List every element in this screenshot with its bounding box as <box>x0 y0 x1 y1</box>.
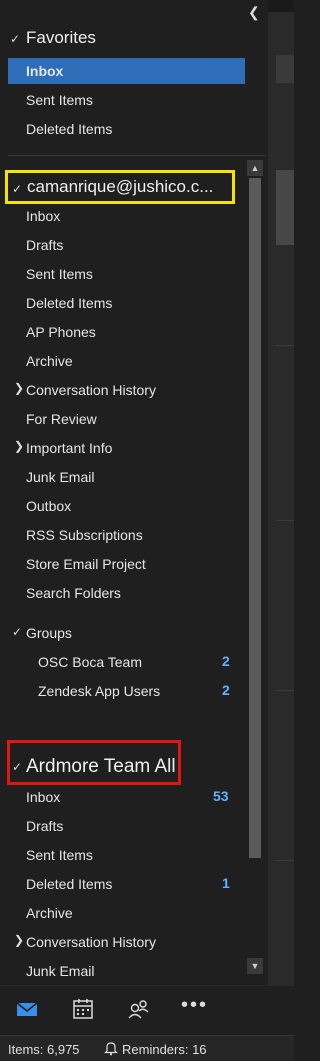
account1-archive[interactable]: Archive <box>26 352 73 370</box>
expand-chevron-icon[interactable]: ❯ <box>14 381 24 395</box>
message-list-edge <box>268 0 294 1060</box>
message-list-selected-edge <box>276 170 294 245</box>
message-list-divider <box>276 860 294 861</box>
section-divider <box>8 155 266 156</box>
account1-rss-subscriptions[interactable]: RSS Subscriptions <box>26 526 143 544</box>
reminders-count[interactable]: Reminders: 16 <box>122 1042 207 1057</box>
account2-inbox[interactable]: Inbox <box>26 788 60 806</box>
groups-header[interactable]: Groups <box>26 624 72 642</box>
account1-search-folders[interactable]: Search Folders <box>26 584 121 602</box>
scroll-down-button[interactable]: ▼ <box>247 958 263 974</box>
account1-junk-email[interactable]: Junk Email <box>26 468 94 486</box>
expand-chevron-icon[interactable]: ❯ <box>14 933 24 947</box>
account1-important-info[interactable]: Important Info <box>26 439 112 457</box>
group-osc-boca-team[interactable]: OSC Boca Team <box>38 653 142 671</box>
expand-chevron-icon[interactable]: ❯ <box>14 439 24 453</box>
favorites-deleted-items[interactable]: Deleted Items <box>26 120 112 138</box>
account2-deleted-items[interactable]: Deleted Items <box>26 875 112 893</box>
people-icon[interactable] <box>126 996 152 1022</box>
message-list-divider <box>276 520 294 521</box>
favorites-header[interactable]: Favorites <box>26 27 96 49</box>
message-list-top-edge <box>268 0 294 12</box>
account1-ap-phones[interactable]: AP Phones <box>26 323 96 341</box>
mail-icon[interactable] <box>14 996 40 1022</box>
unread-count-badge: 1 <box>222 875 230 891</box>
account1-outbox[interactable]: Outbox <box>26 497 71 515</box>
unread-count-badge: 2 <box>222 682 230 698</box>
favorites-inbox[interactable]: Inbox <box>26 62 63 80</box>
message-list-divider <box>276 690 294 691</box>
message-list-header-edge <box>276 55 294 83</box>
collapse-chevron-icon[interactable]: ❮ <box>248 4 260 21</box>
account1-store-email-project[interactable]: Store Email Project <box>26 555 146 573</box>
account2-chevron-icon[interactable]: ✓ <box>12 760 22 774</box>
unread-count-badge: 53 <box>213 788 229 804</box>
account2-header[interactable]: Ardmore Team All <box>26 756 176 778</box>
account2-drafts[interactable]: Drafts <box>26 817 63 835</box>
unread-count-badge: 2 <box>222 653 230 669</box>
message-list-divider <box>276 345 294 346</box>
account1-deleted-items[interactable]: Deleted Items <box>26 294 112 312</box>
favorites-sent-items[interactable]: Sent Items <box>26 91 93 109</box>
account1-header[interactable]: camanrique@jushico.c... <box>27 176 213 198</box>
scroll-up-button[interactable]: ▲ <box>247 160 263 176</box>
account1-sent-items[interactable]: Sent Items <box>26 265 93 283</box>
account2-junk-email[interactable]: Junk Email <box>26 962 94 980</box>
account1-conversation-history[interactable]: Conversation History <box>26 381 156 399</box>
account2-archive[interactable]: Archive <box>26 904 73 922</box>
group-zendesk-app-users[interactable]: Zendesk App Users <box>38 682 160 700</box>
account2-conversation-history[interactable]: Conversation History <box>26 933 156 951</box>
more-icon[interactable]: ••• <box>181 994 208 1017</box>
account2-sent-items[interactable]: Sent Items <box>26 846 93 864</box>
calendar-icon[interactable] <box>70 996 96 1022</box>
account1-chevron-icon[interactable]: ✓ <box>12 182 22 196</box>
bell-icon <box>104 1042 118 1056</box>
items-count: Items: 6,975 <box>8 1042 80 1057</box>
groups-chevron-icon[interactable]: ✓ <box>12 625 22 639</box>
favorites-chevron-icon[interactable]: ✓ <box>10 32 20 46</box>
scrollbar-thumb[interactable] <box>249 178 261 858</box>
status-bar: Items: 6,975 Reminders: 16 <box>0 1035 294 1061</box>
account1-for-review[interactable]: For Review <box>26 410 97 428</box>
account1-drafts[interactable]: Drafts <box>26 236 63 254</box>
account1-inbox[interactable]: Inbox <box>26 207 60 225</box>
